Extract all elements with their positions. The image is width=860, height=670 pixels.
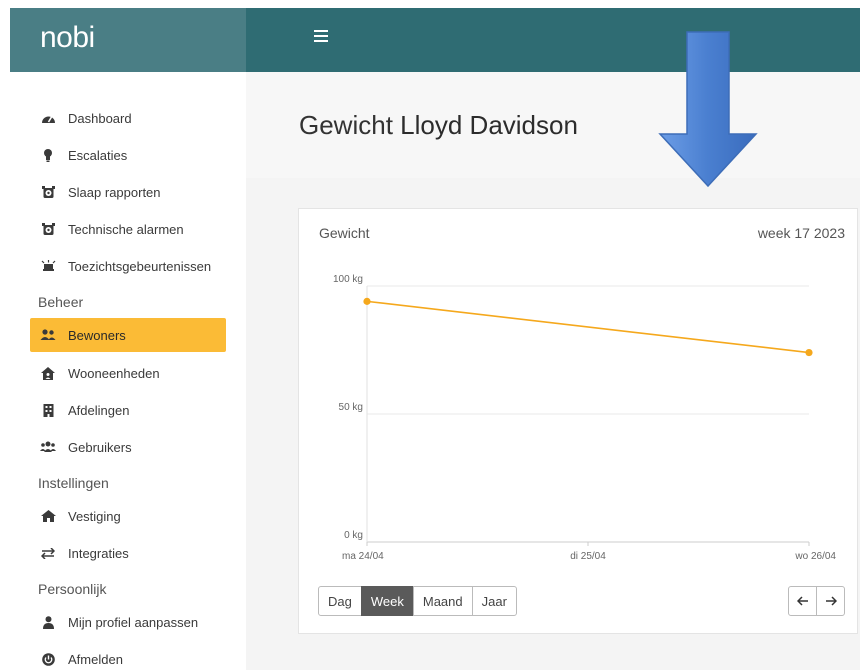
weight-series-line [366,300,810,354]
range-button-jaar[interactable]: Jaar [471,586,517,616]
sidebar-item-label: Technische alarmen [68,221,184,237]
sidebar-item-label: Slaap rapporten [68,184,161,200]
weight-data-point [363,297,371,305]
range-button-group: Dag Week Maand Jaar [318,586,517,616]
week-pager [788,586,845,616]
sidebar-item-label: Gebruikers [68,439,132,455]
range-button-maand[interactable]: Maand [412,586,473,616]
sidebar-item-gebruikers[interactable]: Gebruikers [30,430,226,464]
brand-logo[interactable]: nobi [10,8,246,72]
power-off-icon [40,652,56,666]
x-tick-label: di 25/04 [570,551,606,562]
user-icon [40,615,56,629]
sidebar-item-label: Mijn profiel aanpassen [68,614,199,630]
house-user-icon [40,366,56,380]
sidebar-item-dashboard[interactable]: Dashboard [30,101,226,135]
section-title-beheer: Beheer [38,294,84,310]
alarm-clock-icon [40,222,56,236]
card-title: Gewicht [319,225,370,241]
sidebar-item-afmelden[interactable]: Afmelden [30,642,226,670]
weight-chart-card: Gewicht week 17 2023 0 kg 50 kg 100 kg ma 2… [298,208,858,634]
sidebar-item-slaap-rapporten[interactable]: Slaap rapporten [30,175,226,209]
sidebar-item-label: Escalaties [68,147,128,163]
y-tick-label: 100 kg [333,274,363,285]
page-header: Gewicht Lloyd Davidson [246,72,860,178]
arrow-left-icon [796,596,808,606]
sidebar-item-label: Afmelden [68,651,123,667]
sidebar-item-integraties[interactable]: Integraties [30,536,226,570]
y-tick-label: 50 kg [339,402,363,413]
sidebar-item-label: Dashboard [68,110,132,126]
sidebar-item-label: Wooneenheden [68,365,160,381]
sidebar-item-label: Toezichtsgebeurtenissen [68,258,212,274]
sidebar-item-label: Integraties [68,545,129,561]
down-arrow-icon [658,31,758,188]
hamburger-menu-icon[interactable] [314,30,328,42]
sidebar-item-label: Bewoners [68,327,126,343]
section-title-persoonlijk: Persoonlijk [38,581,107,597]
resident-name: Lloyd Davidson [400,110,578,140]
app-window: nobi Dashboard Escalaties Slaap rapporte… [10,8,860,670]
user-group-icon [40,440,56,454]
y-tick-label: 0 kg [344,530,363,541]
weight-line-chart: 0 kg 50 kg 100 kg ma 24/04 di 25/04 wo 26/04 [333,274,836,562]
arrows-exchange-icon [40,546,56,560]
x-tick-label: wo 26/04 [794,551,836,562]
sidebar: Dashboard Escalaties Slaap rapporten Tec… [10,72,246,670]
lightbulb-icon [40,148,56,162]
top-bar [246,8,860,72]
sidebar-item-mijn-profiel[interactable]: Mijn profiel aanpassen [30,605,226,639]
page-title: Gewicht Lloyd Davidson [299,110,578,141]
sidebar-item-bewoners[interactable]: Bewoners [30,318,226,352]
sidebar-item-vestiging[interactable]: Vestiging [30,499,226,533]
weight-data-point [805,348,813,357]
next-week-button[interactable] [816,586,845,616]
arrow-right-icon [825,596,837,606]
previous-week-button[interactable] [788,586,817,616]
building-icon [40,403,56,417]
range-button-dag[interactable]: Dag [318,586,362,616]
x-tick-label: ma 24/04 [342,551,384,562]
sidebar-item-escalaties[interactable]: Escalaties [30,138,226,172]
week-label: week 17 2023 [757,225,845,241]
home-icon [40,509,56,523]
page-title-prefix: Gewicht [299,110,393,140]
alarm-clock-icon [40,185,56,199]
sidebar-item-afdelingen[interactable]: Afdelingen [30,393,226,427]
sidebar-item-label: Afdelingen [68,402,130,418]
bed-alert-icon [40,259,56,273]
range-button-week[interactable]: Week [360,586,414,616]
section-title-instellingen: Instellingen [38,475,109,491]
gauge-icon [40,111,56,125]
sidebar-item-technische-alarmen[interactable]: Technische alarmen [30,212,226,246]
sidebar-item-label: Vestiging [68,508,121,524]
sidebar-item-toezichtsgebeurtenissen[interactable]: Toezichtsgebeurtenissen [30,249,226,283]
users-icon [40,328,56,342]
sidebar-item-wooneenheden[interactable]: Wooneenheden [30,356,226,390]
